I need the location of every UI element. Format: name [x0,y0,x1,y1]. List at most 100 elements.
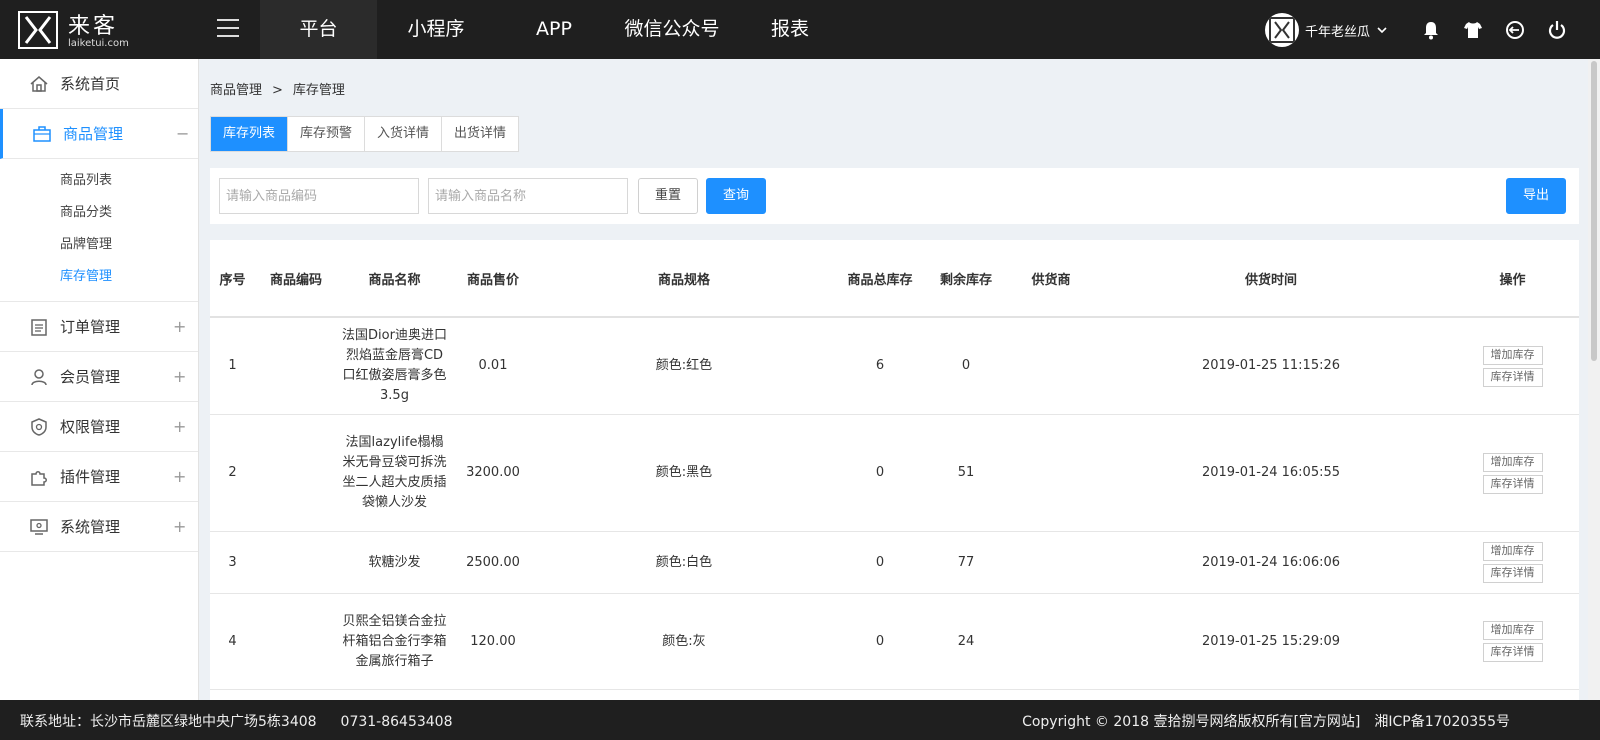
add-stock-button[interactable]: 增加库存 [1482,345,1543,365]
expand-toggle[interactable]: + [173,467,186,486]
logo-subtitle: laiketui.com [68,38,129,49]
tab-stock-warning[interactable]: 库存预警 [288,117,366,151]
back-icon[interactable] [1504,19,1526,41]
sidebar-item-home[interactable]: 系统首页 [0,59,198,109]
breadcrumb-current: 库存管理 [292,83,345,98]
collapse-toggle[interactable]: − [176,124,189,143]
expand-toggle[interactable]: + [173,517,186,536]
shirt-icon[interactable] [1462,19,1484,41]
reset-button[interactable]: 重置 [638,178,698,214]
cell-code [255,593,337,690]
stock-detail-button[interactable]: 库存详情 [1482,643,1543,662]
submenu-brand[interactable]: 品牌管理 [0,229,198,261]
cell-remain: 24 [926,593,1006,690]
footer-copyright-block: Copyright © 2018 壹拾捌号网络版权所有[官方网站] 湘ICP备17… [1022,711,1510,731]
sidebar-item-members[interactable]: 会员管理 + [0,352,198,402]
sidebar-item-permissions[interactable]: 权限管理 + [0,402,198,452]
expand-toggle[interactable]: + [173,317,186,336]
top-icons [1420,19,1588,41]
nav-app[interactable]: APP [495,0,613,59]
tab-outbound-detail[interactable]: 出货详情 [442,117,519,151]
nav-platform[interactable]: 平台 [260,0,377,59]
cell-spec: 颜色:黑色 [534,414,834,532]
filter-bar: 重置 查询 导出 [210,168,1579,224]
expand-toggle[interactable]: + [173,417,186,436]
add-stock-button[interactable]: 增加库存 [1482,452,1543,472]
cell-total: 0 [834,414,926,532]
cell-total: 0 [834,593,926,690]
scroll-thumb[interactable] [1591,61,1597,361]
cell-code [255,531,337,594]
table-row: 1 法国Dior迪奥进口烈焰蓝金唇膏CD口红傲姿唇膏多色 3.5g 0.01 颜… [210,317,1579,415]
sidebar-item-goods[interactable]: 商品管理 − [0,109,198,159]
cell-no: 1 [210,317,255,415]
stock-table: 序号 商品编码 商品名称 商品售价 商品规格 商品总库存 剩余库存 供货商 供货… [210,240,1579,700]
tab-inbound-detail[interactable]: 入货详情 [365,117,443,151]
user-icon [31,369,47,386]
breadcrumb-parent[interactable]: 商品管理 [210,83,262,98]
stock-detail-button[interactable]: 库存详情 [1482,564,1543,583]
page-scrollbar[interactable] [1588,59,1600,700]
cell-price: 120.00 [452,593,534,690]
home-icon [30,76,48,92]
cell-supplier [1006,414,1096,532]
sidebar-item-plugins[interactable]: 插件管理 + [0,452,198,502]
footer-copyright[interactable]: Copyright © 2018 壹拾捌号网络版权所有[官方网站] [1022,714,1360,730]
cell-name: 贝熙全铝镁合金拉杆箱铝合金行李箱金属旅行箱子 [337,593,452,690]
menu-toggle-icon[interactable] [217,19,239,37]
sidebar-item-label: 会员管理 [60,368,121,386]
cell-no: 2 [210,414,255,532]
shield-icon [31,418,47,436]
col-header: 商品名称 [337,240,452,318]
goods-code-input[interactable] [219,178,419,214]
nav-report[interactable]: 报表 [731,0,849,59]
table-row: 2 法国lazylife榻榻米无骨豆袋可拆洗坐二人超大皮质插袋懒人沙发 3200… [210,414,1579,532]
sidebar-item-system[interactable]: 系统管理 + [0,502,198,552]
add-stock-button[interactable]: 增加库存 [1482,621,1543,640]
stock-detail-button[interactable]: 库存详情 [1482,367,1543,387]
cell-total: 0 [834,531,926,594]
submenu-goods-category[interactable]: 商品分类 [0,197,198,229]
query-button[interactable]: 查询 [706,178,766,214]
tab-stock-list[interactable]: 库存列表 [211,117,289,151]
goods-name-input[interactable] [428,178,628,214]
sidebar-item-label: 商品管理 [63,125,124,143]
export-button[interactable]: 导出 [1506,178,1566,214]
sidebar-item-label: 权限管理 [60,418,121,436]
submenu-stock[interactable]: 库存管理 [0,261,198,293]
sidebar-item-orders[interactable]: 订单管理 + [0,302,198,352]
power-icon[interactable] [1546,19,1568,41]
top-nav: 平台 小程序 APP 微信公众号 报表 [260,0,849,59]
nav-miniprogram[interactable]: 小程序 [377,0,495,59]
expand-toggle[interactable]: + [173,367,186,386]
breadcrumb: 商品管理 > 库存管理 [210,79,345,98]
logo[interactable]: 来客 laiketui.com [18,10,129,50]
add-stock-button[interactable]: 增加库存 [1482,542,1543,561]
bell-icon[interactable] [1420,19,1442,41]
cell-time: 2019-01-24 16:06:06 [1096,531,1446,594]
user-menu[interactable]: 千年老丝瓜 [1265,13,1388,47]
cell-supplier [1006,593,1096,690]
cell-price: 3200.00 [452,414,534,532]
logo-mark-icon [18,11,58,49]
cell-name: 法国lazylife榻榻米无骨豆袋可拆洗坐二人超大皮质插袋懒人沙发 [337,414,452,532]
breadcrumb-separator: > [272,83,283,98]
footer-contact: 联系地址：长沙市岳麓区绿地中央广场5栋3408 0731-86453408 [20,711,453,731]
cell-no: 3 [210,531,255,594]
sidebar: 系统首页 商品管理 − 商品列表 商品分类 品牌管理 库存管理 订单管理 + 会… [0,59,199,700]
submenu-goods-list[interactable]: 商品列表 [0,165,198,197]
cell-time: 2019-01-25 11:15:26 [1096,317,1446,415]
nav-wechat[interactable]: 微信公众号 [613,0,731,59]
cell-actions: 增加库存 库存详情 [1446,414,1579,532]
monitor-icon [30,519,48,535]
cell-time: 2019-01-25 15:29:09 [1096,593,1446,690]
col-header: 序号 [210,240,255,318]
footer: 联系地址：长沙市岳麓区绿地中央广场5栋3408 0731-86453408 Cop… [0,700,1600,740]
col-header: 剩余库存 [926,240,1006,318]
footer-icp[interactable]: 湘ICP备17020355号 [1374,714,1510,730]
col-header: 商品编码 [255,240,337,318]
stock-detail-button[interactable]: 库存详情 [1482,474,1543,494]
table-row: 4 贝熙全铝镁合金拉杆箱铝合金行李箱金属旅行箱子 120.00 颜色:灰 0 2… [210,593,1579,690]
col-header: 供货商 [1006,240,1096,318]
cell-spec: 颜色:灰 [534,593,834,690]
